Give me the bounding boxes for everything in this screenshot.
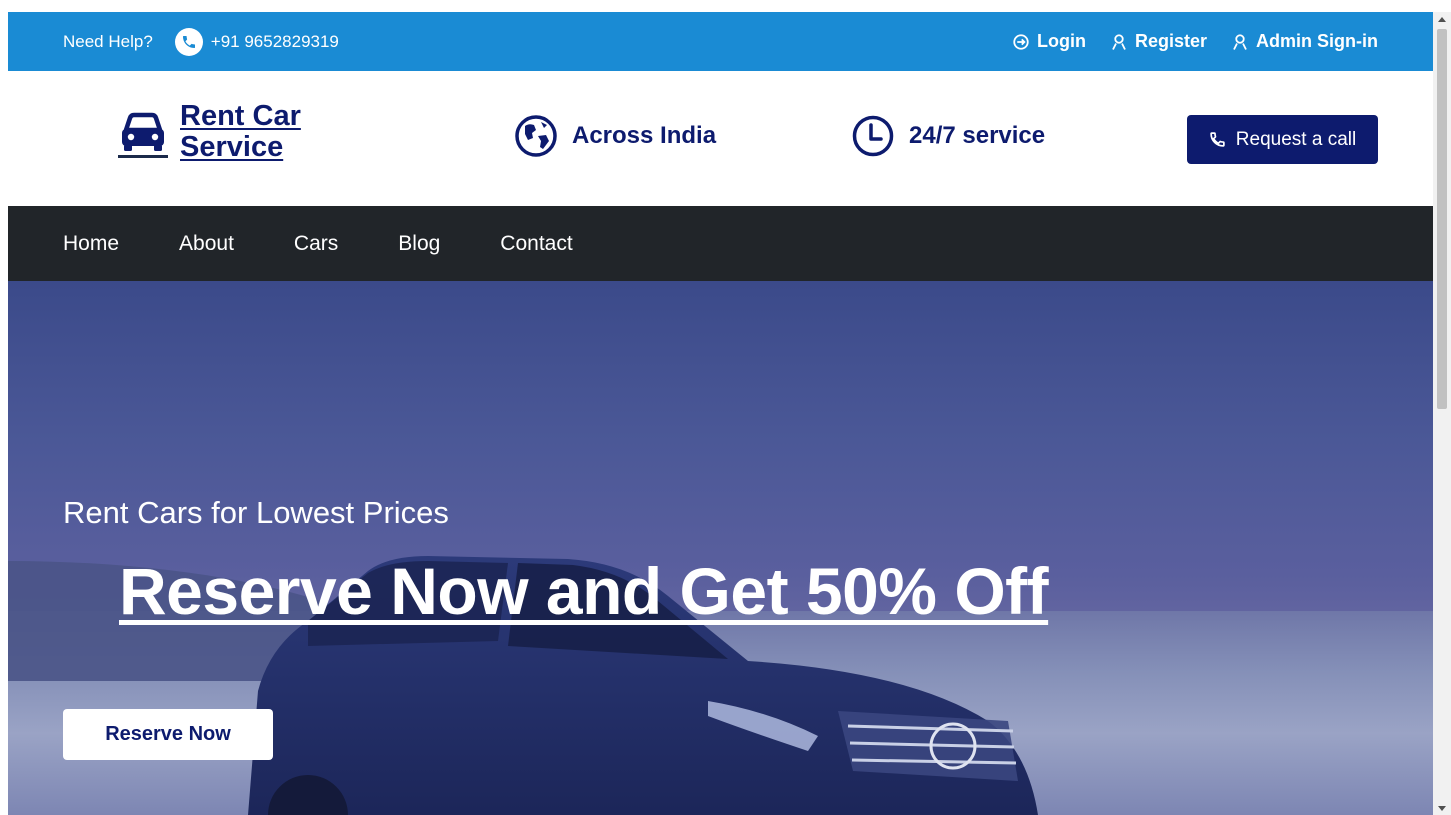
feature-24-7-service-label: 24/7 service <box>909 122 1046 149</box>
user-icon <box>1112 33 1126 50</box>
login-label: Login <box>1037 31 1086 51</box>
hero-subtitle: Rent Cars for Lowest Prices <box>63 495 449 530</box>
hero-headline[interactable]: Reserve Now and Get 50% Off <box>119 553 1049 629</box>
main-nav: Home About Cars Blog Contact <box>8 206 1433 281</box>
help-contact: Need Help? +91 9652829319 <box>63 27 339 56</box>
phone-number[interactable]: +91 9652829319 <box>211 32 339 52</box>
phone-icon <box>1210 132 1225 147</box>
register-link[interactable]: Register <box>1110 31 1207 52</box>
register-label: Register <box>1134 31 1208 51</box>
scroll-down-icon[interactable] <box>1438 806 1446 811</box>
car-icon <box>118 102 168 162</box>
globe-icon <box>515 115 557 157</box>
request-call-button[interactable]: Request a call <box>1187 115 1378 164</box>
brand-row: Rent Car Service Across India 24/7 servi… <box>8 71 1433 206</box>
page-scrollbar[interactable] <box>1433 12 1451 815</box>
phone-icon <box>174 27 203 56</box>
nav-item-home[interactable]: Home <box>63 232 119 256</box>
feature-across-india-label: Across India <box>572 122 717 149</box>
admin-signin-label: Admin Sign-in <box>1256 31 1378 51</box>
nav-item-about[interactable]: About <box>179 232 234 256</box>
login-link[interactable]: Login <box>1012 31 1086 52</box>
brand-logo[interactable]: Rent Car Service <box>118 101 301 163</box>
nav-item-cars[interactable]: Cars <box>294 232 338 256</box>
top-bar: Need Help? +91 9652829319 Login Register… <box>8 12 1433 71</box>
help-label: Need Help? <box>63 31 153 51</box>
login-icon <box>1013 33 1029 50</box>
page: Need Help? +91 9652829319 Login Register… <box>8 12 1433 815</box>
hero-banner: Rent Cars for Lowest Prices Reserve Now … <box>8 281 1433 815</box>
brand-name-line1: Rent Car <box>180 100 301 132</box>
clock-icon <box>852 115 894 157</box>
feature-across-india: Across India <box>514 114 716 158</box>
scroll-up-icon[interactable] <box>1438 17 1446 22</box>
admin-signin-link[interactable]: Admin Sign-in <box>1231 31 1378 52</box>
nav-item-blog[interactable]: Blog <box>398 232 440 256</box>
request-call-label: Request a call <box>1235 128 1357 150</box>
reserve-now-button[interactable]: Reserve Now <box>63 709 273 760</box>
user-icon <box>1233 33 1247 50</box>
brand-name-line2: Service <box>180 131 284 163</box>
feature-24-7-service: 24/7 service <box>851 114 1045 158</box>
scrollbar-thumb[interactable] <box>1437 29 1447 409</box>
nav-item-contact[interactable]: Contact <box>500 232 572 256</box>
brand-name: Rent Car Service <box>180 101 301 163</box>
account-links: Login Register Admin Sign-in <box>1012 31 1378 52</box>
